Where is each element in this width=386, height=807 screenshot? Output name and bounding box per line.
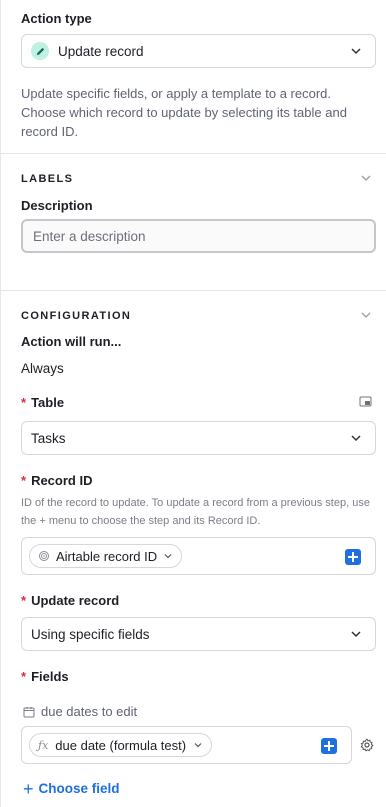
field-item-due-dates: due dates to edit <box>23 704 137 719</box>
chevron-down-icon <box>351 48 361 55</box>
table-value: Tasks <box>31 430 66 446</box>
record-id-label: * Record ID <box>21 473 93 488</box>
action-type-label: Action type <box>21 11 92 26</box>
add-dynamic-value-button[interactable] <box>345 549 361 565</box>
description-label: Description <box>21 198 93 213</box>
description-placeholder: Enter a description <box>33 228 146 244</box>
chevron-down-icon <box>194 743 202 748</box>
action-type-description: Update specific fields, or apply a templ… <box>21 86 347 139</box>
chevron-down-icon <box>351 435 361 442</box>
fields-label: * Fields <box>21 669 69 684</box>
run-condition-value: Always <box>21 361 64 376</box>
gear-icon[interactable] <box>360 738 374 752</box>
update-mode-select[interactable]: Using specific fields <box>21 617 376 651</box>
expand-panel-icon[interactable] <box>359 395 372 408</box>
chevron-down-icon[interactable] <box>360 309 372 321</box>
record-id-help: ID of the record to update. To update a … <box>21 497 370 527</box>
labels-section-header: LABELS <box>21 173 74 185</box>
automation-action-panel: Action type Update record Update specifi… <box>0 0 386 807</box>
choose-field-button[interactable]: + Choose field <box>23 778 120 799</box>
table-select[interactable]: Tasks <box>21 421 376 455</box>
action-type-value: Update record <box>58 43 144 59</box>
plus-icon: + <box>23 778 34 799</box>
chevron-down-icon <box>164 554 172 559</box>
configuration-section-header: CONFIGURATION <box>21 310 132 322</box>
action-type-select[interactable]: Update record <box>21 34 376 68</box>
divider <box>1 153 386 154</box>
table-label: * Table <box>21 395 65 410</box>
fingerprint-icon <box>38 550 50 562</box>
divider <box>1 290 386 291</box>
formula-icon: ƒx <box>38 738 49 752</box>
formula-token[interactable]: ƒx due date (formula test) <box>29 733 213 757</box>
record-id-input[interactable]: Airtable record ID <box>21 537 376 575</box>
update-mode-value: Using specific fields <box>31 626 150 642</box>
pencil-icon <box>31 42 49 60</box>
description-input[interactable]: Enter a description <box>21 219 376 253</box>
chevron-down-icon <box>351 631 361 638</box>
update-record-label: * Update record <box>21 593 120 608</box>
calendar-icon <box>23 706 35 717</box>
record-id-token[interactable]: Airtable record ID <box>29 544 183 568</box>
field-value-input[interactable]: ƒx due date (formula test) <box>21 726 352 764</box>
add-dynamic-value-button[interactable] <box>321 738 337 754</box>
run-condition-label: Action will run... <box>21 334 122 349</box>
chevron-down-icon[interactable] <box>360 172 372 184</box>
